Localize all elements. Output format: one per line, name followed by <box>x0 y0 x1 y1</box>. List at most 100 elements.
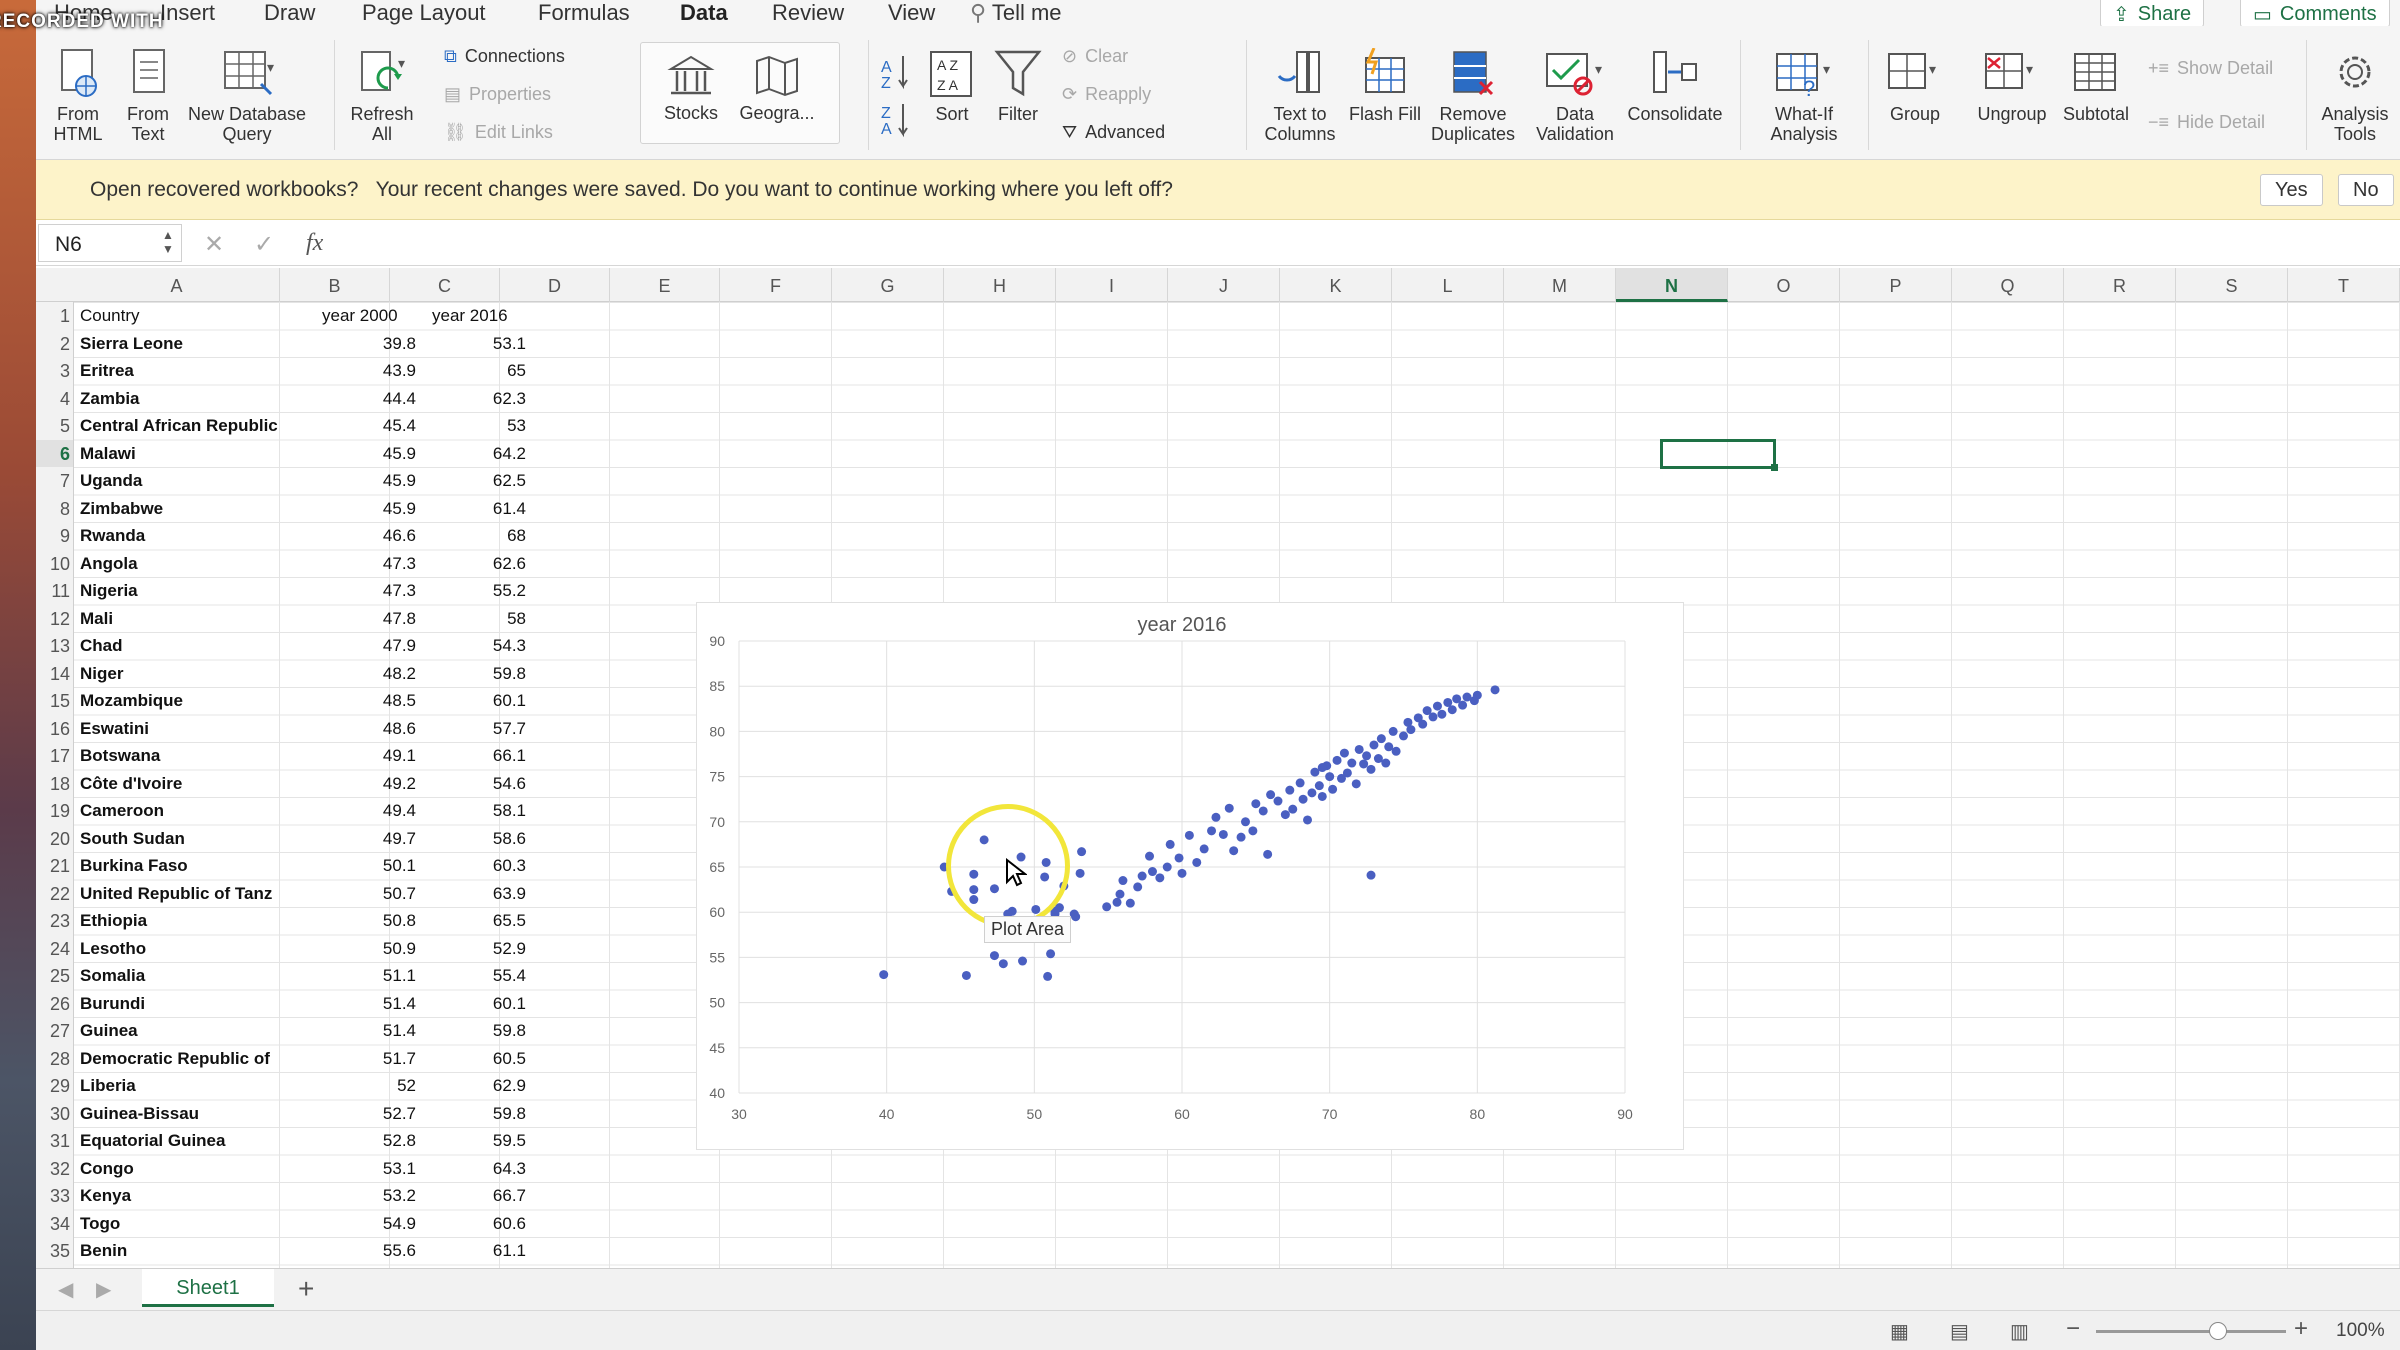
cell-year-2000[interactable]: 51.1 <box>316 966 416 986</box>
zoom-out-icon[interactable]: − <box>2066 1315 2080 1343</box>
cell-year-2016[interactable]: 59.8 <box>426 1104 526 1124</box>
reapply-button[interactable]: ⟳ Reapply <box>1062 84 1151 105</box>
cell-year-2016[interactable]: 54.3 <box>426 636 526 656</box>
cell-country[interactable]: United Republic of Tanz <box>80 884 280 904</box>
cell-country[interactable]: Malawi <box>80 444 280 464</box>
normal-view-icon[interactable]: ▦ <box>1890 1319 1909 1344</box>
cell-country[interactable]: Sierra Leone <box>80 334 280 354</box>
cell-country[interactable]: Cameroon <box>80 801 280 821</box>
row-header[interactable]: 34 <box>36 1210 73 1238</box>
cell-year-2016[interactable]: 59.5 <box>426 1131 526 1151</box>
row-header[interactable]: 1 <box>36 302 73 330</box>
cell-year-2000[interactable]: 48.5 <box>316 691 416 711</box>
cell-year-2016[interactable]: 55.2 <box>426 581 526 601</box>
cell-year-2016[interactable]: 58.6 <box>426 829 526 849</box>
scatter-chart[interactable]: year 2016 30 40 50 60 70 80 90 40 45 50 55 60 65 70 75 8… <box>696 602 1684 1150</box>
cell-year-2016[interactable]: 62.5 <box>426 471 526 491</box>
row-header[interactable]: 2 <box>36 330 73 358</box>
tab-draw[interactable]: Draw <box>264 0 315 26</box>
zoom-slider-thumb[interactable] <box>2209 1322 2227 1340</box>
cell-year-2016[interactable]: 61.4 <box>426 499 526 519</box>
cell-year-2000[interactable]: 48.6 <box>316 719 416 739</box>
advanced-filter-button[interactable]: ⛛ Advanced <box>1062 122 1165 143</box>
cell-year-2000[interactable]: 52 <box>316 1076 416 1096</box>
cell-year-2000[interactable]: 49.1 <box>316 746 416 766</box>
header-year-2000[interactable]: year 2000 <box>322 306 422 326</box>
cell-year-2016[interactable]: 53 <box>426 416 526 436</box>
cell-country[interactable]: Guinea <box>80 1021 280 1041</box>
cell-country[interactable]: Uganda <box>80 471 280 491</box>
cell-year-2016[interactable]: 60.6 <box>426 1214 526 1234</box>
cell-year-2000[interactable]: 49.4 <box>316 801 416 821</box>
cell-year-2016[interactable]: 60.1 <box>426 994 526 1014</box>
row-header[interactable]: 3 <box>36 357 73 385</box>
row-header[interactable]: 16 <box>36 715 73 743</box>
cell-year-2016[interactable]: 66.1 <box>426 746 526 766</box>
cell-country[interactable]: Central African Republic <box>80 416 280 436</box>
column-header-t[interactable]: T <box>2288 268 2400 302</box>
checkmark-icon[interactable]: ✓ <box>254 230 274 259</box>
data-validation-button[interactable]: ▾ Data Validation <box>1530 48 1620 144</box>
text-to-columns-button[interactable]: Text to Columns <box>1258 48 1342 144</box>
row-header[interactable]: 17 <box>36 742 73 770</box>
cell-country[interactable]: Burkina Faso <box>80 856 280 876</box>
cell-year-2016[interactable]: 55.4 <box>426 966 526 986</box>
from-text-button[interactable]: From Text <box>120 48 176 144</box>
function-icon[interactable]: fx <box>306 230 323 257</box>
clear-filter-button[interactable]: ⊘ Clear <box>1062 46 1128 67</box>
tab-view[interactable]: View <box>888 0 935 26</box>
cell-year-2016[interactable]: 62.9 <box>426 1076 526 1096</box>
cell-country[interactable]: Botswana <box>80 746 280 766</box>
cell-year-2000[interactable]: 45.9 <box>316 499 416 519</box>
cell-year-2000[interactable]: 51.7 <box>316 1049 416 1069</box>
column-header-q[interactable]: Q <box>1952 268 2064 302</box>
cell-year-2016[interactable]: 60.1 <box>426 691 526 711</box>
cell-year-2016[interactable]: 53.1 <box>426 334 526 354</box>
group-button[interactable]: ▾ Group <box>1878 48 1952 124</box>
name-box-stepper-icon[interactable]: ▲ ▼ <box>162 228 174 256</box>
cell-year-2016[interactable]: 60.5 <box>426 1049 526 1069</box>
row-header[interactable]: 35 <box>36 1237 73 1265</box>
tab-review[interactable]: Review <box>772 0 844 26</box>
column-header-p[interactable]: P <box>1840 268 1952 302</box>
from-html-button[interactable]: From HTML <box>44 48 112 144</box>
cell-year-2000[interactable]: 44.4 <box>316 389 416 409</box>
row-header[interactable]: 6 <box>36 439 73 467</box>
row-header[interactable]: 7 <box>36 467 73 495</box>
cell-year-2000[interactable]: 45.9 <box>316 444 416 464</box>
row-header[interactable]: 4 <box>36 385 73 413</box>
cell-country[interactable]: Ethiopia <box>80 911 280 931</box>
cell-year-2016[interactable]: 63.9 <box>426 884 526 904</box>
subtotal-button[interactable]: Subtotal <box>2058 48 2134 124</box>
cell-year-2000[interactable]: 55.6 <box>316 1241 416 1261</box>
cell-year-2000[interactable]: 54.9 <box>316 1214 416 1234</box>
cell-country[interactable]: Benin <box>80 1241 280 1261</box>
header-year-2016[interactable]: year 2016 <box>432 306 532 326</box>
analysis-tools-button[interactable]: Analysis Tools <box>2316 48 2394 144</box>
formula-input[interactable] <box>352 226 2400 260</box>
column-header-s[interactable]: S <box>2176 268 2288 302</box>
row-header[interactable]: 27 <box>36 1017 73 1045</box>
cell-year-2000[interactable]: 50.9 <box>316 939 416 959</box>
hide-detail-button[interactable]: −≡ Hide Detail <box>2148 112 2265 133</box>
page-layout-view-icon[interactable]: ▤ <box>1950 1319 1969 1344</box>
cell-country[interactable]: Côte d'Ivoire <box>80 774 280 794</box>
cell-country[interactable]: Guinea-Bissau <box>80 1104 280 1124</box>
cell-country[interactable]: Zimbabwe <box>80 499 280 519</box>
cell-year-2000[interactable]: 52.8 <box>316 1131 416 1151</box>
cell-country[interactable]: Togo <box>80 1214 280 1234</box>
connections-button[interactable]: ⧉ Connections <box>444 46 565 67</box>
cell-country[interactable]: Mozambique <box>80 691 280 711</box>
row-header[interactable]: 33 <box>36 1182 73 1210</box>
previous-sheet-icon[interactable]: ◀ <box>58 1277 73 1302</box>
cell-year-2000[interactable]: 39.8 <box>316 334 416 354</box>
cell-country[interactable]: Burundi <box>80 994 280 1014</box>
row-header[interactable]: 11 <box>36 577 73 605</box>
row-header[interactable]: 24 <box>36 935 73 963</box>
row-header[interactable]: 15 <box>36 687 73 715</box>
comments-button[interactable]: ▭ Comments <box>2240 0 2390 28</box>
cell-year-2016[interactable]: 52.9 <box>426 939 526 959</box>
cell-year-2000[interactable]: 51.4 <box>316 994 416 1014</box>
cell-year-2000[interactable]: 53.1 <box>316 1159 416 1179</box>
cell-country[interactable]: Niger <box>80 664 280 684</box>
